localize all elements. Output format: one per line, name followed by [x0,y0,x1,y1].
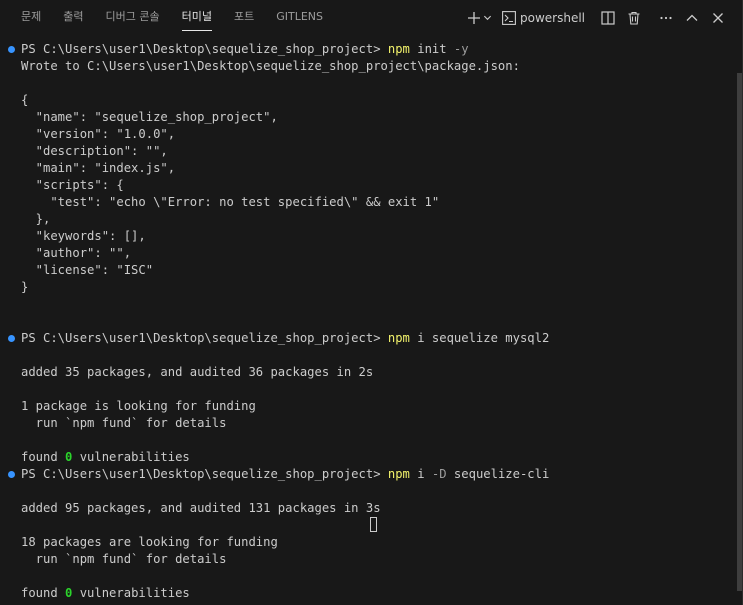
prompt-args: i [409,467,432,481]
terminal-cursor [370,517,377,532]
tab-2[interactable]: 디버그 콘솔 [95,0,171,35]
tab-3[interactable]: 터미널 [171,0,223,35]
output-text: vulnerabilities [72,586,190,600]
terminal-view[interactable]: PS C:\Users\user1\Desktop\sequelize_shop… [0,35,743,605]
terminal-icon [502,10,516,25]
output-line [21,483,549,500]
prompt-command: npm [387,467,410,481]
output-line: "license": "ISC" [21,263,154,277]
output-line: Wrote to C:\Users\user1\Desktop\sequeliz… [21,59,520,73]
output-text: found [21,586,66,600]
output-line: added 35 packages, and audited 36 packag… [21,365,374,379]
prompt-command: npm [387,42,410,56]
output-line [21,347,549,364]
prompt-path: PS C:\Users\user1\Desktop\sequelize_shop… [21,467,388,481]
prompt-flag: -D [431,467,447,481]
output-line: 1 package is looking for funding [21,399,256,413]
terminal-output: PS C:\Users\user1\Desktop\sequelize_shop… [21,41,549,602]
prompt-command: npm [387,331,410,345]
kill-terminal-button[interactable] [623,7,645,29]
chevron-down-icon [483,15,492,21]
prompt-args: init [409,42,454,56]
prompt-line: PS C:\Users\user1\Desktop\sequelize_shop… [21,330,549,347]
output-line: { [21,93,29,107]
command-decoration-icon[interactable] [8,335,15,342]
trash-icon [628,11,640,25]
output-line: "test": "echo \"Error: no test specified… [21,195,440,209]
output-line: }, [21,212,51,226]
panel-header: 문제 출력 디버그 콘솔 터미널 포트 GITLENS powershell [0,0,743,35]
tab-4[interactable]: 포트 [223,0,265,35]
prompt-args: i sequelize mysql2 [409,331,550,345]
output-line: } [21,280,29,294]
more-actions-button[interactable] [655,7,677,29]
output-text: vulnerabilities [72,450,190,464]
output-line [21,517,549,534]
prompt-flag: -y [453,42,469,56]
output-line [21,75,549,92]
output-line [21,381,549,398]
output-line: run `npm fund` for details [21,416,227,430]
plus-icon [468,11,480,24]
close-panel-button[interactable] [707,7,729,29]
prompt-line: PS C:\Users\user1\Desktop\sequelize_shop… [21,466,549,483]
output-line: "keywords": [], [21,229,146,243]
output-line: added 95 packages, and audited 131 packa… [21,501,381,515]
close-icon [713,12,723,23]
output-line: found 0 vulnerabilities [21,585,549,602]
output-line: "author": "", [21,246,132,260]
output-text: found [21,450,66,464]
panel-actions: powershell [467,0,743,35]
command-decoration-icon[interactable] [8,46,15,53]
panel-tabs: 문제 출력 디버그 콘솔 터미널 포트 GITLENS [10,0,334,35]
output-line: 18 packages are looking for funding [21,535,278,549]
split-icon [601,10,615,25]
tab-1[interactable]: 출력 [52,0,94,35]
output-line: run `npm fund` for details [21,552,227,566]
terminal-profile-button[interactable]: powershell [502,7,587,29]
output-line: "name": "sequelize_shop_project", [21,110,278,124]
output-line [21,296,549,313]
output-line [21,313,549,330]
maximize-panel-button[interactable] [681,7,703,29]
tab-5[interactable]: GITLENS [265,0,334,35]
tab-0[interactable]: 문제 [10,0,52,35]
prompt-rest: sequelize-cli [446,467,550,481]
shell-name: powershell [520,10,585,25]
output-line: found 0 vulnerabilities [21,449,549,466]
ellipsis-icon [660,16,672,19]
chevron-up-icon [686,14,698,21]
output-line: "version": "1.0.0", [21,127,176,141]
output-line [21,568,549,585]
prompt-line: PS C:\Users\user1\Desktop\sequelize_shop… [21,41,549,58]
output-line: "scripts": { [21,178,124,192]
prompt-path: PS C:\Users\user1\Desktop\sequelize_shop… [21,331,388,345]
output-line: "main": "index.js", [21,161,176,175]
output-line: "description": "", [21,144,168,158]
new-terminal-button[interactable] [467,7,492,29]
prompt-path: PS C:\Users\user1\Desktop\sequelize_shop… [21,42,388,56]
output-line [21,432,549,449]
split-terminal-button[interactable] [597,7,619,29]
command-decoration-icon[interactable] [8,471,15,478]
